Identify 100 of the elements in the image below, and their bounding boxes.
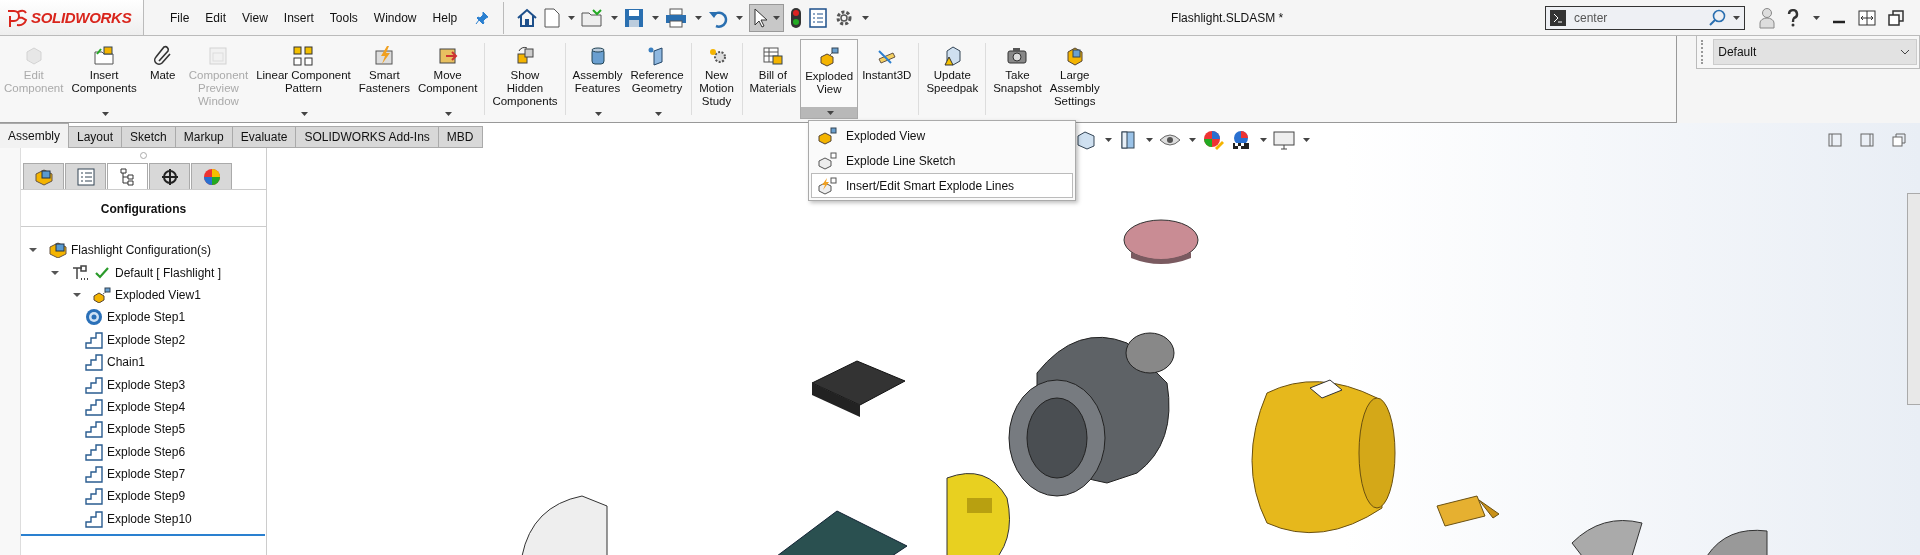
ribbon-button[interactable]: Linear Component Pattern — [252, 39, 355, 119]
window-icon[interactable] — [1860, 133, 1874, 147]
command-tab[interactable]: MBD — [438, 126, 483, 148]
new-document-icon[interactable] — [544, 7, 561, 28]
ribbon-button[interactable]: New Motion Study — [694, 39, 739, 119]
command-tab[interactable]: Assembly — [0, 123, 69, 148]
menu-item[interactable]: Tools — [321, 10, 366, 25]
caret-icon[interactable] — [445, 112, 453, 116]
ribbon-button[interactable]: Move Component — [413, 39, 482, 119]
ribbon-button[interactable]: Insert Components — [67, 39, 141, 119]
caret-icon[interactable] — [1105, 138, 1112, 142]
command-tab[interactable]: Layout — [69, 126, 123, 148]
tree-item[interactable]: Explode Step4 — [107, 399, 186, 414]
caret-icon[interactable] — [773, 15, 781, 20]
ribbon-button[interactable]: Exploded View — [800, 39, 859, 119]
restore-icon[interactable] — [1888, 9, 1904, 26]
menu-item[interactable]: Help — [424, 10, 466, 25]
tree-item[interactable]: Flashlight Configuration(s) — [71, 243, 212, 258]
tree-item[interactable]: Default [ Flashlight ] — [115, 265, 222, 280]
section-cube-icon[interactable] — [1075, 130, 1097, 150]
menu-item[interactable]: Exploded View — [811, 123, 1073, 148]
save-icon[interactable] — [624, 7, 645, 28]
chevron-icon[interactable] — [1900, 49, 1910, 55]
caret-icon[interactable] — [695, 15, 703, 20]
caret-icon[interactable] — [101, 112, 109, 116]
caret-icon[interactable] — [1146, 138, 1153, 142]
caret-icon[interactable] — [1813, 15, 1820, 20]
tree-item[interactable]: Chain1 — [107, 355, 146, 370]
window-icon[interactable] — [1828, 133, 1842, 147]
monitor-icon[interactable] — [1273, 130, 1295, 150]
tree-item[interactable]: Explode Step1 — [107, 310, 186, 325]
caret-icon[interactable] — [862, 15, 870, 20]
caret-icon[interactable] — [1303, 138, 1310, 142]
tree-item[interactable]: Explode Step2 — [107, 332, 186, 347]
tree-item[interactable]: Explode Step5 — [107, 422, 186, 437]
home-icon[interactable] — [516, 7, 539, 28]
rollback-bar[interactable] — [21, 534, 265, 537]
menu-item[interactable]: Insert — [275, 10, 322, 25]
command-tab[interactable]: SOLIDWORKS Add-Ins — [296, 126, 439, 148]
ribbon-button[interactable]: Show Hidden Components — [488, 39, 562, 119]
menu-item[interactable]: File — [162, 10, 198, 25]
caret-icon[interactable] — [1189, 138, 1196, 142]
search-icon[interactable] — [1709, 8, 1727, 27]
ribbon-button[interactable]: Large Assembly Settings — [1045, 39, 1104, 119]
user-icon[interactable] — [1759, 6, 1775, 29]
tree-item[interactable]: Explode Step6 — [107, 444, 186, 459]
ribbon-button[interactable]: Update Speedpak — [922, 39, 983, 119]
caret-icon[interactable] — [1733, 15, 1740, 20]
panel-tab[interactable] — [149, 163, 190, 189]
ribbon-button[interactable]: Instant3D — [858, 39, 916, 119]
caret-icon[interactable] — [1260, 138, 1267, 142]
command-tab[interactable]: Evaluate — [232, 126, 297, 148]
caret-icon[interactable] — [611, 15, 619, 20]
ribbon-button[interactable]: Smart Fasteners — [354, 39, 414, 119]
caret-icon[interactable] — [652, 15, 660, 20]
expand-arrow[interactable] — [51, 268, 59, 277]
stairs-icon — [85, 375, 103, 394]
tree-item[interactable]: Explode Step9 — [107, 489, 186, 504]
traffic-light-icon[interactable] — [790, 6, 803, 29]
tile-icon[interactable] — [1858, 9, 1876, 26]
exploded-cube-outline-icon — [818, 151, 838, 170]
ribbon-button[interactable]: Reference Geometry — [626, 39, 688, 119]
menu-item[interactable]: Edit — [197, 10, 235, 25]
configuration-dropdown[interactable]: Default — [1713, 39, 1917, 65]
open-folder-icon[interactable] — [581, 7, 604, 28]
caret-icon[interactable] — [300, 112, 308, 116]
caret-icon[interactable] — [654, 112, 662, 116]
tree-item[interactable]: Explode Step7 — [107, 467, 186, 482]
pin-icon[interactable] — [475, 10, 490, 25]
search-field[interactable]: center — [1545, 5, 1745, 30]
select-button[interactable] — [749, 3, 785, 32]
caret-icon[interactable] — [595, 112, 603, 116]
cube-icon — [49, 242, 67, 259]
ribbon-button[interactable]: Mate — [140, 39, 185, 119]
caret-icon[interactable] — [826, 111, 834, 115]
lightning-box-icon — [373, 45, 396, 67]
expand-arrow[interactable] — [29, 246, 37, 255]
menu-item[interactable]: Insert/Edit Smart Explode Lines — [811, 173, 1073, 198]
tree-item[interactable]: Explode Step10 — [107, 511, 192, 526]
menu-item[interactable]: View — [234, 10, 276, 25]
command-tab[interactable]: Sketch — [122, 126, 176, 148]
color-wheel-pencil-icon[interactable] — [1202, 130, 1224, 150]
tree-item[interactable]: Explode Step3 — [107, 377, 186, 392]
menu-item[interactable]: Explode Line Sketch — [811, 148, 1073, 173]
ribbon-button[interactable]: Bill of Materials — [745, 39, 801, 119]
box-icon[interactable] — [1118, 130, 1138, 150]
expand-arrow[interactable] — [73, 290, 81, 299]
printer-icon[interactable] — [665, 7, 688, 28]
list-icon[interactable] — [808, 7, 829, 28]
caret-icon[interactable] — [568, 15, 576, 20]
color-wheel-scene-icon[interactable] — [1230, 130, 1252, 150]
menu-item[interactable]: Window — [365, 10, 425, 25]
stairs-icon — [85, 353, 103, 372]
command-tab[interactable]: Markup — [175, 126, 233, 148]
caret-icon[interactable] — [736, 15, 744, 20]
tree-item[interactable]: Exploded View1 — [115, 287, 201, 302]
ribbon-button[interactable]: Take Snapshot — [989, 39, 1046, 119]
panel-title: Configurations — [21, 190, 266, 227]
ribbon-button[interactable]: Assembly Features — [568, 39, 627, 119]
help-icon[interactable] — [1787, 8, 1799, 27]
